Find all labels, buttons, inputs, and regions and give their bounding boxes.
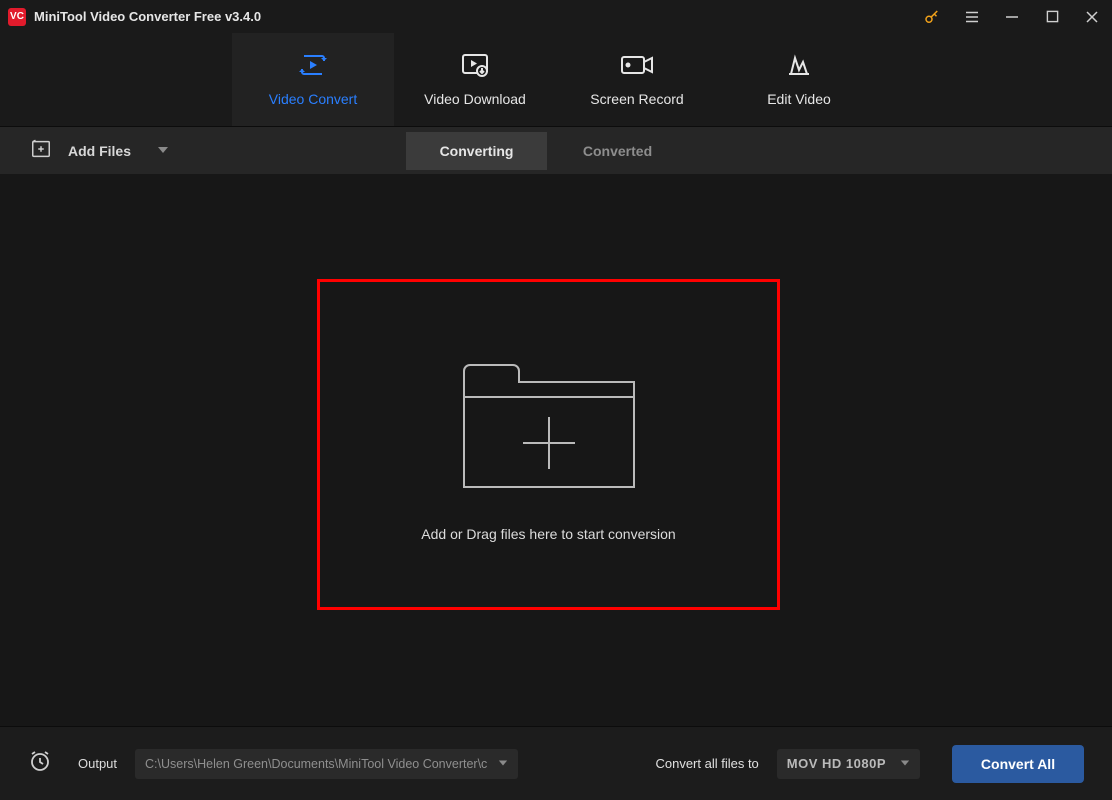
add-files-button[interactable]: Add Files — [0, 138, 169, 163]
nav-video-download[interactable]: Video Download — [394, 33, 556, 126]
nav-label: Video Download — [424, 91, 526, 107]
status-tabs: Converting Converted — [406, 132, 688, 170]
record-icon — [620, 52, 654, 81]
nav-video-convert[interactable]: Video Convert — [232, 33, 394, 126]
tab-label: Converted — [583, 143, 652, 159]
content-area: Add or Drag files here to start conversi… — [0, 174, 1112, 726]
main-nav: Video Convert Video Download — [0, 33, 1112, 126]
app-title: MiniTool Video Converter Free v3.4.0 — [34, 9, 261, 24]
edit-icon — [785, 52, 813, 81]
tab-label: Converting — [440, 143, 514, 159]
nav-screen-record[interactable]: Screen Record — [556, 33, 718, 126]
clock-icon[interactable] — [28, 749, 52, 778]
output-label: Output — [78, 756, 117, 771]
window-controls — [912, 0, 1112, 33]
output-path-dropdown[interactable]: C:\Users\Helen Green\Documents\MiniTool … — [135, 749, 518, 779]
chevron-down-icon — [498, 755, 508, 773]
chevron-down-icon — [157, 143, 169, 159]
add-file-icon — [30, 138, 52, 163]
drop-zone[interactable]: Add or Drag files here to start conversi… — [317, 279, 780, 610]
drop-zone-text: Add or Drag files here to start conversi… — [421, 526, 675, 542]
add-files-label: Add Files — [68, 143, 131, 159]
convert-all-label: Convert All — [981, 756, 1055, 772]
tab-converting[interactable]: Converting — [406, 132, 547, 170]
menu-icon[interactable] — [952, 0, 992, 33]
output-path-text: C:\Users\Helen Green\Documents\MiniTool … — [145, 757, 488, 771]
app-logo: VC — [8, 8, 26, 26]
key-icon[interactable] — [912, 0, 952, 33]
close-icon[interactable] — [1072, 0, 1112, 33]
chevron-down-icon — [900, 755, 910, 773]
output-format-dropdown[interactable]: MOV HD 1080P — [777, 749, 920, 779]
minimize-icon[interactable] — [992, 0, 1032, 33]
nav-label: Screen Record — [590, 91, 683, 107]
convert-all-button[interactable]: Convert All — [952, 745, 1084, 783]
titlebar: VC MiniTool Video Converter Free v3.4.0 — [0, 0, 1112, 33]
folder-plus-icon — [459, 347, 639, 502]
nav-label: Video Convert — [269, 91, 357, 107]
output-format-text: MOV HD 1080P — [787, 756, 886, 771]
tab-converted[interactable]: Converted — [547, 132, 688, 170]
maximize-icon[interactable] — [1032, 0, 1072, 33]
convert-icon — [298, 52, 328, 81]
footer: Output C:\Users\Helen Green\Documents\Mi… — [0, 726, 1112, 800]
nav-edit-video[interactable]: Edit Video — [718, 33, 880, 126]
download-icon — [460, 52, 490, 81]
toolbar: Add Files Converting Converted — [0, 126, 1112, 174]
convert-to-label: Convert all files to — [655, 756, 758, 771]
nav-label: Edit Video — [767, 91, 831, 107]
